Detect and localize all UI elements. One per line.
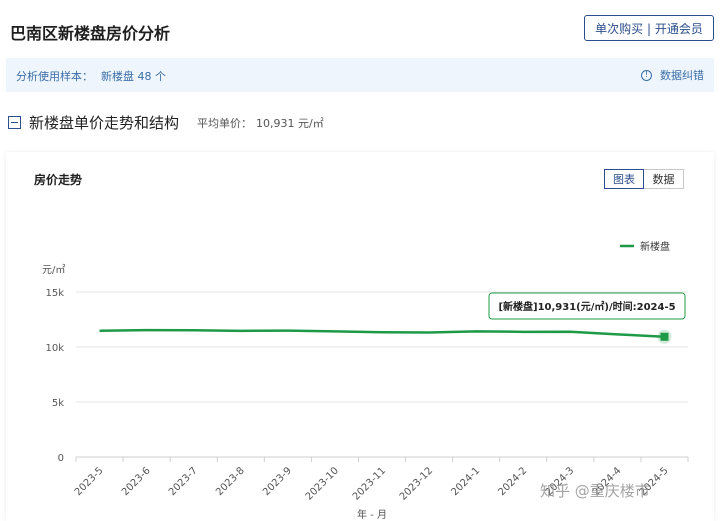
x-tick-label: 2024-1 [449,465,482,498]
y-tick-label: 5k [52,398,64,409]
y-tick-label: 15k [45,288,64,299]
price-trend-chart: 元/㎡ 0 5k 10k 15k 2023-5 2023-6 2023-7 2023-8 2023… [42,240,689,521]
x-axis-label: 年 - 月 [357,508,387,521]
tooltip-text: [新楼盘]10,931(元/㎡)/时间:2024-5 [498,300,675,313]
x-tick-label: 2023-11 [351,465,388,502]
y-tick-label: 0 [58,453,64,464]
data-correction-link[interactable]: ! 数据纠错 [641,67,704,83]
x-tick-label: 2023-7 [167,465,200,498]
section-title: 新楼盘单价走势和结构 [29,114,180,132]
chart-panel: 房价走势 图表 数据 元/㎡ 0 5k 10k 15k 2023-5 2023-6 2023-… [6,152,714,521]
y-axis-label: 元/㎡ [42,264,65,276]
sample-label: 分析使用样本： [16,70,93,83]
x-tick-label: 2024-2 [497,465,530,498]
x-tick-label: 2023-5 [73,465,106,498]
x-tick-label: 2023-9 [261,465,294,498]
average-price-value: 10,931 元/㎡ [256,116,324,130]
buy-membership-button[interactable]: 单次购买 | 开通会员 [584,15,714,41]
page-title: 巴南区新楼盘房价分析 [10,24,171,43]
average-price-label: 平均单价： [197,116,253,130]
info-icon: ! [641,69,652,81]
legend-label: 新楼盘 [640,240,670,253]
x-tick-label: 2023-6 [120,465,153,498]
series-line-新楼盘 [99,328,665,339]
data-correction-label: 数据纠错 [660,69,704,82]
sample-value: 新楼盘 48 个 [101,70,166,83]
y-tick-label: 10k [45,343,64,354]
x-tick-label: 2023-8 [214,465,247,498]
average-price: 平均单价： 10,931 元/㎡ [197,115,324,131]
x-tick-label: 2023-12 [398,465,435,502]
watermark: 知乎 @重庆楼市 [540,482,650,500]
sample-info-bar: 分析使用样本： 新楼盘 48 个 ! 数据纠错 [6,58,714,92]
section-header: 新楼盘单价走势和结构 平均单价： 10,931 元/㎡ [8,112,324,133]
sample-info: 分析使用样本： 新楼盘 48 个 [16,68,166,84]
x-tick-label: 2023-10 [304,465,341,502]
data-point-highlight [660,332,669,341]
minus-square-icon[interactable] [8,116,21,129]
